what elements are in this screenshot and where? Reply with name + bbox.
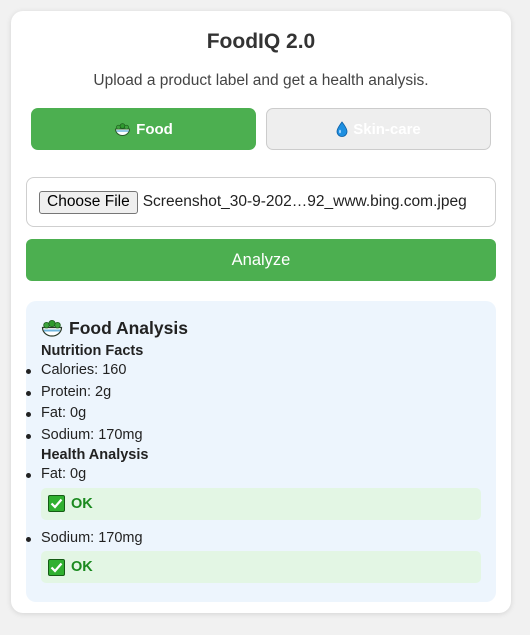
salad-bowl-icon [114,122,131,137]
status-text: OK [71,495,93,512]
choose-file-button[interactable]: Choose File [39,190,138,214]
nutrition-facts-title: Nutrition Facts [41,343,144,359]
main-card: FoodIQ 2.0 Upload a product label and ge… [11,11,511,613]
list-item: Fat: 0g [26,464,481,486]
results-heading: Food Analysis [41,318,481,338]
analyze-button[interactable]: Analyze [26,239,496,281]
selected-file-name: Screenshot_30-9-202…92_www.bing.com.jpeg [142,193,467,210]
results-heading-text: Food Analysis [69,317,188,338]
status-badge: OK [41,551,481,583]
tab-skin-care[interactable]: Skin-care [266,108,491,150]
list-item: Sodium: 170mg [26,528,481,550]
health-list: Sodium: 170mg [26,528,481,550]
list-item: Fat: 0g [26,403,481,425]
nutrition-list: Calories: 160 Protein: 2g Fat: 0g Sodium… [26,360,481,447]
check-mark-icon [48,495,65,512]
status-badge: OK [41,487,481,520]
tab-skin-care-label: Skin-care [353,120,421,138]
health-analysis-title: Health Analysis [41,447,149,463]
tab-food[interactable]: Food [31,108,256,150]
list-item: Protein: 2g [26,382,481,404]
tab-food-label: Food [136,120,173,138]
salad-bowl-icon [41,319,63,338]
app-title: FoodIQ 2.0 [206,30,316,53]
list-item: Sodium: 170mg [26,425,481,447]
category-tabs: Food Skin-care [31,108,491,150]
file-input[interactable]: Choose File Screenshot_30-9-202…92_www.b… [26,177,496,227]
status-text: OK [71,559,93,575]
water-drop-icon [336,121,348,137]
list-item: Calories: 160 [26,360,481,382]
check-mark-icon [48,558,65,576]
results-panel: Food Analysis Nutrition Facts Calories: … [26,301,496,602]
app-subtitle: Upload a product label and get a health … [93,72,429,89]
health-list: Fat: 0g [26,464,481,486]
